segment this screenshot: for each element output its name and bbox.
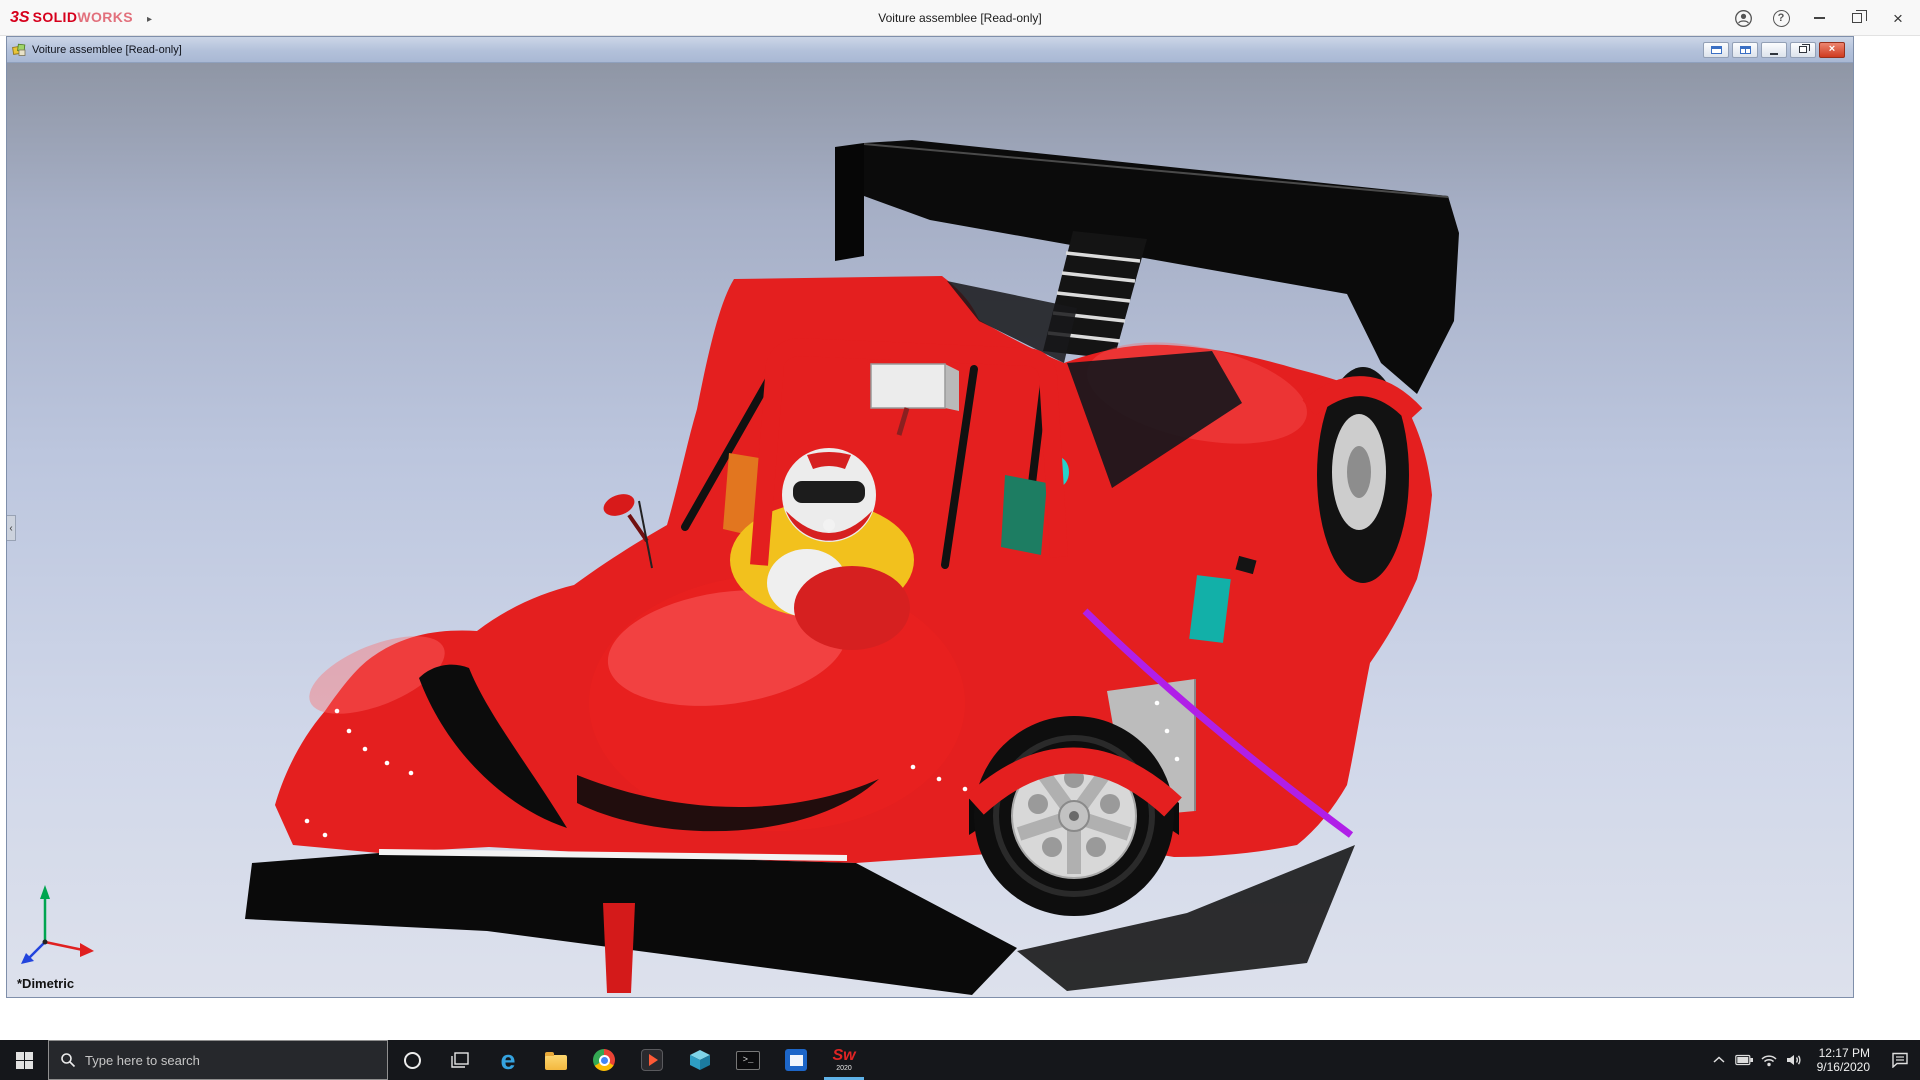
minimize-icon: [1814, 17, 1825, 19]
chrome-icon: [593, 1049, 615, 1071]
network-status[interactable]: [1757, 1040, 1782, 1080]
close-icon: ×: [1893, 10, 1903, 27]
solidworks-app-icon: Sw 2020: [832, 1048, 855, 1072]
flyout-chevron-icon: ‹: [9, 523, 12, 534]
green-panel: [1001, 475, 1047, 555]
wifi-icon: [1760, 1053, 1778, 1067]
edge-button[interactable]: e: [484, 1040, 532, 1080]
cad-cube-icon: [689, 1049, 711, 1071]
solidworks-logo: 3S SOLID WORKS ▸: [0, 9, 152, 27]
chrome-button[interactable]: [580, 1040, 628, 1080]
windows-taskbar: Type here to search e: [0, 1040, 1920, 1080]
doc-minimize-button[interactable]: [1761, 42, 1787, 58]
3d-viewport[interactable]: *Dimetric ‹: [7, 63, 1853, 997]
brand-works: WORKS: [77, 9, 133, 25]
task-view-button[interactable]: [436, 1040, 484, 1080]
app-restore-button[interactable]: [1838, 0, 1876, 36]
document-titlebar[interactable]: Voiture assemblee [Read-only] ×: [7, 37, 1853, 63]
doc-minimize-icon: [1770, 53, 1778, 55]
3d-scene[interactable]: [7, 63, 1853, 997]
doc-restore-icon: [1799, 46, 1807, 53]
cortana-button[interactable]: [388, 1040, 436, 1080]
app-window-controls: ? ×: [1724, 0, 1920, 35]
reference-triad[interactable]: [21, 885, 94, 964]
volume-status[interactable]: [1782, 1040, 1807, 1080]
media-player-icon: [641, 1049, 663, 1071]
restore-icon: [1852, 13, 1862, 23]
windows-logo-icon: [16, 1052, 33, 1069]
start-button[interactable]: [0, 1040, 48, 1080]
document-window: Voiture assemblee [Read-only] ×: [6, 36, 1854, 998]
doc-split-view-button[interactable]: [1732, 42, 1758, 58]
media-player-button[interactable]: [628, 1040, 676, 1080]
doc-close-button[interactable]: ×: [1819, 42, 1845, 58]
speaker-icon: [1786, 1053, 1803, 1067]
document-window-controls: ×: [1703, 42, 1848, 58]
document-title: Voiture assemblee [Read-only]: [32, 44, 182, 56]
search-icon: [60, 1052, 76, 1068]
photos-button[interactable]: [772, 1040, 820, 1080]
hidden-icons-button[interactable]: [1707, 1040, 1732, 1080]
help-icon: ?: [1773, 10, 1790, 27]
cortana-icon: [404, 1052, 421, 1069]
taskbar-icons: e >_: [388, 1040, 868, 1080]
search-placeholder: Type here to search: [85, 1053, 200, 1068]
user-account-icon: [1734, 9, 1753, 28]
edge-icon: e: [500, 1047, 515, 1074]
app-close-button[interactable]: ×: [1876, 0, 1920, 36]
system-tray: 12:17 PM 9/16/2020: [1707, 1040, 1920, 1080]
account-button[interactable]: [1724, 0, 1762, 36]
split-window-icon: [1740, 46, 1751, 54]
battery-icon: [1735, 1054, 1754, 1066]
action-center-button[interactable]: [1880, 1040, 1920, 1080]
clock-time: 12:17 PM: [1819, 1046, 1870, 1060]
clock-date: 9/16/2020: [1817, 1060, 1870, 1074]
console-icon: >_: [736, 1051, 760, 1070]
doc-close-icon: ×: [1829, 44, 1835, 55]
battery-status[interactable]: [1732, 1040, 1757, 1080]
view-orientation-label: *Dimetric: [17, 976, 74, 991]
screen: 3S SOLID WORKS ▸ Voiture assemblee [Read…: [0, 0, 1920, 1080]
featuremanager-flyout-tab[interactable]: ‹: [7, 515, 16, 541]
photos-icon: [785, 1049, 807, 1071]
console-button[interactable]: >_: [724, 1040, 772, 1080]
brand-solid: SOLID: [33, 9, 78, 25]
window-pane-icon: [1711, 46, 1722, 54]
chevron-up-icon: [1713, 1056, 1725, 1064]
file-explorer-button[interactable]: [532, 1040, 580, 1080]
task-view-icon: [451, 1052, 469, 1068]
doc-view-toggle-button[interactable]: [1703, 42, 1729, 58]
solidworks-taskbar-button[interactable]: Sw 2020: [820, 1040, 868, 1080]
3ds-logo-icon: 3S: [10, 9, 30, 27]
app-titlebar: 3S SOLID WORKS ▸ Voiture assemblee [Read…: [0, 0, 1920, 36]
doc-restore-button[interactable]: [1790, 42, 1816, 58]
taskbar-search[interactable]: Type here to search: [48, 1040, 388, 1080]
action-center-icon: [1891, 1052, 1909, 1068]
menu-expand-icon[interactable]: ▸: [147, 14, 152, 25]
help-button[interactable]: ?: [1762, 0, 1800, 36]
assembly-document-icon: [12, 43, 27, 57]
taskbar-clock[interactable]: 12:17 PM 9/16/2020: [1807, 1046, 1880, 1074]
app-window-title: Voiture assemblee [Read-only]: [878, 0, 1041, 36]
app-minimize-button[interactable]: [1800, 0, 1838, 36]
edrawings-button[interactable]: [676, 1040, 724, 1080]
file-explorer-icon: [545, 1055, 567, 1070]
